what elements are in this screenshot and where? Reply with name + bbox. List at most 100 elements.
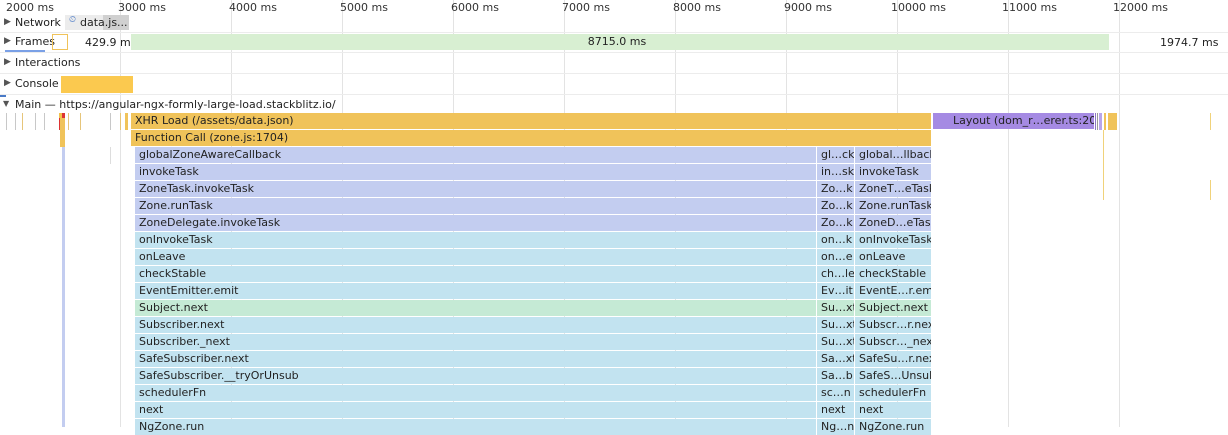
flame-entry[interactable]: schedulerFn: [855, 385, 931, 401]
task-tick[interactable]: [1210, 113, 1211, 130]
flame-entry[interactable]: Subscr…_next: [855, 334, 931, 350]
flame-entry[interactable]: on…k: [817, 232, 854, 248]
flame-entry[interactable]: Su…xt: [817, 317, 854, 333]
task-tick[interactable]: [22, 113, 23, 130]
flame-entry[interactable]: SafeSu…r.next: [855, 351, 931, 367]
flame-entry[interactable]: ZoneTask.invokeTask: [135, 181, 816, 197]
frames-selection-bar: [5, 50, 45, 52]
flame-entry-label: ZoneD…eTask: [859, 216, 931, 229]
task-tick[interactable]: [1099, 113, 1102, 130]
flame-entry[interactable]: Zo…k: [817, 198, 854, 214]
main-track[interactable]: ▼ Main — https://angular-ngx-formly-larg…: [0, 95, 1228, 113]
task-tick[interactable]: [1104, 113, 1106, 130]
flame-entry[interactable]: Su…xt: [817, 334, 854, 350]
network-request[interactable]: ⏲ data.js...: [65, 15, 129, 30]
frame-block[interactable]: 8715.0 ms: [131, 34, 1103, 50]
console-track-label: Console: [15, 77, 59, 90]
flame-entry[interactable]: EventE…r.emit: [855, 283, 931, 299]
flame-entry[interactable]: invokeTask: [855, 164, 931, 180]
flame-entry[interactable]: Ng…n: [817, 419, 854, 435]
flame-entry-label: schedulerFn: [859, 386, 927, 399]
network-track[interactable]: ▶ Network ⏲ data.js...: [0, 14, 1228, 33]
flame-entry[interactable]: Subscr…r.next: [855, 317, 931, 333]
flame-entry[interactable]: checkStable: [135, 266, 816, 282]
flame-entry[interactable]: sc…n: [817, 385, 854, 401]
console-time-block[interactable]: [61, 76, 133, 93]
task-tick[interactable]: [60, 118, 65, 147]
task-tick[interactable]: [1210, 180, 1211, 200]
flame-entry-label: Su…xt: [821, 318, 854, 331]
flame-entry[interactable]: next: [817, 402, 854, 418]
flame-entry[interactable]: Zo…k: [817, 215, 854, 231]
flame-entry[interactable]: Zo…k: [817, 181, 854, 197]
flame-entry[interactable]: Ev…it: [817, 283, 854, 299]
flame-entry[interactable]: Sa…xt: [817, 351, 854, 367]
flame-entry[interactable]: onLeave: [135, 249, 816, 265]
flame-entry[interactable]: Subscriber.next: [135, 317, 816, 333]
flame-entry[interactable]: next: [855, 402, 931, 418]
flame-entry[interactable]: next: [135, 402, 816, 418]
flame-entry[interactable]: Zone.runTask: [855, 198, 931, 214]
expand-arrow-icon[interactable]: ▶: [4, 17, 11, 27]
task-tick[interactable]: [6, 113, 7, 130]
flame-entry[interactable]: gl…ck: [817, 147, 854, 163]
task-tick[interactable]: [110, 147, 111, 164]
layout-bar[interactable]: Layout (dom_r…erer.ts:209): [933, 113, 1094, 129]
flame-entry[interactable]: SafeSubscriber.next: [135, 351, 816, 367]
expand-arrow-icon[interactable]: ▶: [4, 57, 11, 67]
flame-entry[interactable]: Subscriber._next: [135, 334, 816, 350]
flame-entry[interactable]: Sa…b: [817, 368, 854, 384]
task-tick[interactable]: [110, 113, 111, 130]
flame-entry[interactable]: global…llback: [855, 147, 931, 163]
flame-entry[interactable]: schedulerFn: [135, 385, 816, 401]
task-tick[interactable]: [1097, 113, 1098, 130]
flame-entry[interactable]: SafeS…Unsub: [855, 368, 931, 384]
flame-entry[interactable]: onInvokeTask: [855, 232, 931, 248]
frame-block[interactable]: [1103, 34, 1109, 50]
flame-entry[interactable]: ch…le: [817, 266, 854, 282]
flame-entry[interactable]: NgZone.run: [855, 419, 931, 435]
collapse-arrow-icon[interactable]: ▼: [3, 99, 9, 108]
flame-entry[interactable]: checkStable: [855, 266, 931, 282]
function-call-bar[interactable]: Function Call (zone.js:1704): [131, 130, 931, 146]
task-tick[interactable]: [1095, 113, 1096, 130]
flame-entry-label: next: [821, 403, 846, 416]
task-tick[interactable]: [1103, 130, 1104, 200]
task-tick[interactable]: [125, 113, 128, 130]
task-tick[interactable]: [44, 113, 45, 130]
flame-entry[interactable]: globalZoneAwareCallback: [135, 147, 816, 163]
flame-entry[interactable]: invokeTask: [135, 164, 816, 180]
flame-entry[interactable]: ZoneD…eTask: [855, 215, 931, 231]
task-tick[interactable]: [80, 113, 81, 130]
frames-track[interactable]: ▶ Frames 429.9 ms 8715.0 ms 1974.7 ms: [0, 32, 1228, 53]
function-call-label: Function Call (zone.js:1704): [135, 131, 289, 144]
task-tick[interactable]: [15, 113, 16, 130]
flame-entry[interactable]: Subject.next: [135, 300, 816, 316]
expand-arrow-icon[interactable]: ▶: [4, 78, 11, 88]
task-tick[interactable]: [120, 113, 121, 130]
flame-entry[interactable]: ZoneT…eTask: [855, 181, 931, 197]
flame-entry[interactable]: onLeave: [855, 249, 931, 265]
flame-entry-label: next: [139, 403, 164, 416]
flame-entry[interactable]: onInvokeTask: [135, 232, 816, 248]
xhr-load-bar[interactable]: XHR Load (/assets/data.json): [131, 113, 931, 129]
flame-entry[interactable]: NgZone.run: [135, 419, 816, 435]
stack-sliver[interactable]: [62, 147, 65, 427]
flame-entry[interactable]: EventEmitter.emit: [135, 283, 816, 299]
interactions-track[interactable]: ▶ Interactions: [0, 53, 1228, 74]
flame-entry[interactable]: ZoneDelegate.invokeTask: [135, 215, 816, 231]
flame-entry[interactable]: Su…xt: [817, 300, 854, 316]
task-tick[interactable]: [1108, 113, 1117, 130]
task-tick[interactable]: [35, 113, 36, 130]
flame-entry-label: sc…n: [821, 386, 851, 399]
flame-entry[interactable]: Subject.next: [855, 300, 931, 316]
frame-block[interactable]: [52, 34, 68, 50]
flame-entry[interactable]: on…e: [817, 249, 854, 265]
expand-arrow-icon[interactable]: ▶: [4, 36, 11, 46]
flame-entry[interactable]: Zone.runTask: [135, 198, 816, 214]
task-tick[interactable]: [68, 113, 69, 130]
flame-entry-label: EventE…r.emit: [859, 284, 931, 297]
flame-entry[interactable]: SafeSubscriber.__tryOrUnsub: [135, 368, 816, 384]
console-track[interactable]: ▶ Console: [0, 74, 1228, 95]
flame-entry[interactable]: in…sk: [817, 164, 854, 180]
